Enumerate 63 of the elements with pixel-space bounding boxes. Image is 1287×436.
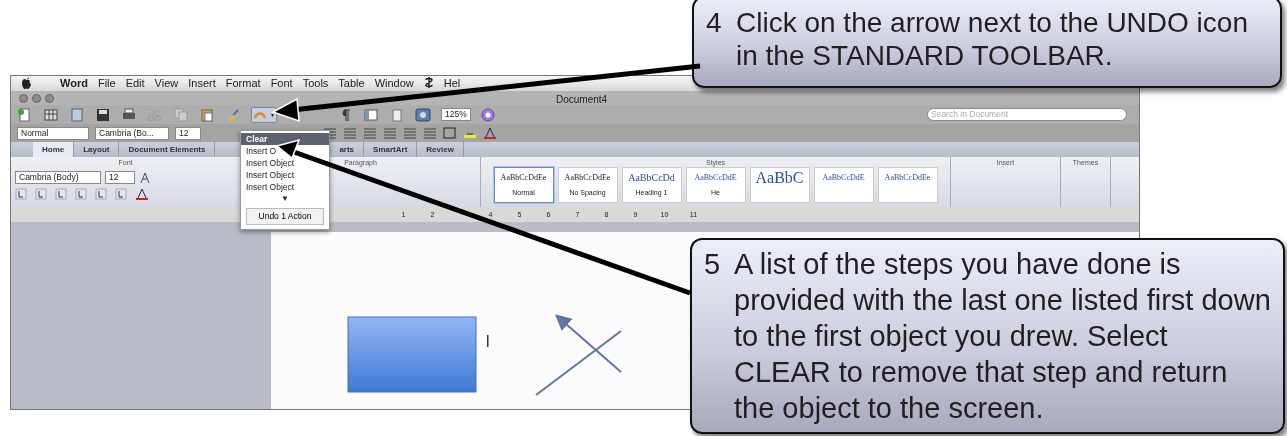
font-color-icon[interactable] (483, 127, 497, 139)
apple-icon[interactable] (21, 77, 32, 90)
copy-icon[interactable] (173, 107, 189, 122)
style-field[interactable]: Normal (17, 126, 89, 140)
window-title: Document4 (556, 93, 608, 107)
app-menu[interactable]: Word (60, 76, 88, 91)
style-sample: AaBbCcDd (627, 171, 676, 185)
ribbon-tab[interactable]: Home (33, 142, 75, 157)
menu-item[interactable]: Insert Object (241, 181, 329, 193)
font-field[interactable]: Cambria (Bo... (95, 126, 169, 140)
table-icon[interactable] (43, 107, 59, 122)
crossed-lines-shape[interactable] (535, 314, 622, 396)
menu-item[interactable]: Tools (302, 76, 329, 91)
menu-item[interactable]: Insert (188, 76, 216, 91)
menu-item[interactable]: Hel (443, 76, 461, 91)
style-sample: AaBbCcDdE (821, 172, 866, 184)
menu-item[interactable]: Insert Object (241, 157, 329, 169)
menu-item[interactable]: Font (270, 76, 293, 91)
size-field[interactable]: 12 (105, 171, 135, 184)
text-cursor (487, 335, 489, 347)
style-gallery-item[interactable]: AaBbC (749, 167, 810, 203)
style-sample: AaBbCcDdEe (563, 172, 612, 184)
paste-icon[interactable] (199, 107, 215, 122)
menu-item[interactable]: Insert Object (241, 169, 329, 181)
rectangle-shape[interactable] (347, 316, 477, 393)
menu-item[interactable]: Edit (125, 76, 145, 91)
menu-item[interactable]: View (154, 76, 179, 91)
step-number: 4 (706, 6, 723, 40)
menu-item[interactable]: File (97, 76, 116, 91)
new-document-icon[interactable] (17, 107, 33, 122)
zoom-button[interactable] (45, 93, 54, 103)
gallery-icon[interactable] (415, 107, 431, 122)
style-sample: AaBbCcDdEe (499, 172, 548, 184)
style-sample: AaBbCcDdE (693, 172, 738, 184)
minimize-button[interactable] (32, 93, 41, 103)
style-sample: AaBbCcDdEe (883, 172, 932, 184)
more-arrow[interactable]: ▼ (241, 193, 329, 205)
font-color-icon[interactable] (135, 188, 149, 200)
size-field[interactable]: 12 (175, 126, 201, 140)
font-field[interactable]: Cambria (Body) (15, 171, 101, 184)
menu-item[interactable]: Format (225, 76, 261, 91)
undo-action-button[interactable]: Undo 1 Action (246, 208, 324, 225)
zoom-field[interactable]: 125% (441, 108, 471, 121)
script-icon[interactable] (423, 76, 434, 89)
document-icon[interactable] (389, 107, 405, 122)
border-icon[interactable] (443, 127, 457, 139)
menu-item[interactable]: Insert O (241, 145, 329, 157)
undo-button[interactable] (251, 106, 277, 123)
menu-item[interactable]: Clear (241, 133, 329, 145)
help-icon[interactable] (480, 107, 495, 122)
menu-item[interactable]: Window (374, 76, 414, 91)
style-gallery-item[interactable]: AaBbCcDdE (813, 167, 874, 203)
step-text: A list of the steps you have done is provided with the last one listed first down to the first object you drew. Select CLEAR to remove that step and return the object to the screen. (734, 247, 1271, 426)
save-icon[interactable] (95, 107, 111, 122)
sidebar-icon[interactable] (363, 107, 379, 122)
close-button[interactable] (19, 93, 28, 103)
print-icon[interactable] (121, 107, 137, 122)
menu-item[interactable]: Table (338, 76, 365, 91)
style-gallery-item[interactable]: AaBbCcDdEe (877, 167, 938, 203)
step-number: 5 (704, 247, 722, 282)
document-icon[interactable] (69, 107, 85, 122)
step-text: Click on the arrow next to the UNDO icon in the STANDARD TOOLBAR. (736, 6, 1249, 73)
style-sample: AaBbC (754, 168, 805, 188)
